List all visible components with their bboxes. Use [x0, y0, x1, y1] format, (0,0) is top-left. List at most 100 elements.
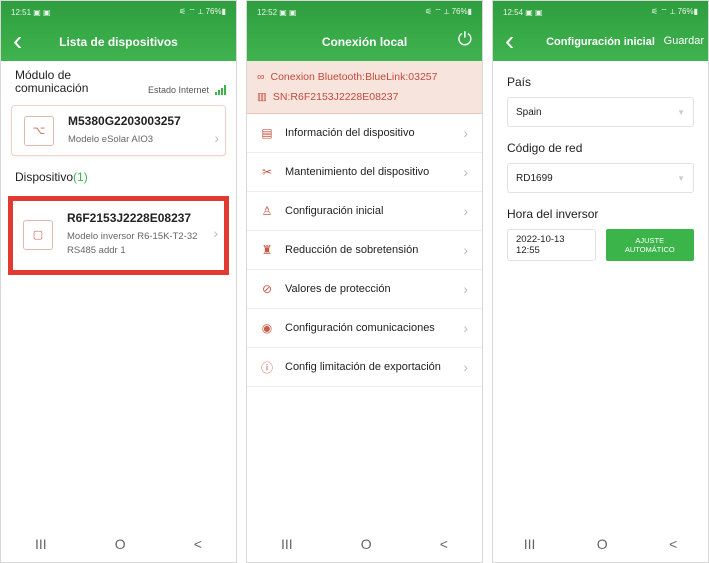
- status-icons: ▣ ▣: [525, 7, 543, 17]
- page-title: Lista de dispositivos: [59, 35, 178, 49]
- export-limit-icon: ⓘ: [260, 360, 273, 375]
- grid-code-select[interactable]: RD1699 ▼: [507, 163, 694, 193]
- menu-item-label: Valores de protección: [285, 283, 391, 295]
- status-bar: 12:54 ▣ ▣ ⚟ ⌔ ⟂ 76%▮: [493, 1, 708, 23]
- setup-icon: ♙: [261, 204, 273, 218]
- page-title: Conexión local: [321, 35, 408, 49]
- protection-icon: ⊘: [261, 282, 273, 296]
- system-nav-bar: III O <: [1, 526, 236, 562]
- chevron-right-icon: ›: [213, 225, 218, 241]
- module-header: Módulo de comunicación Estado Internet: [1, 61, 236, 101]
- serial-text: SN:R6F2153J2228E08237: [272, 91, 399, 103]
- menu-item-label: Información del dispositivo: [285, 127, 415, 139]
- module-model: Modelo eSolar AIO3: [68, 134, 154, 145]
- auto-adjust-button[interactable]: AJUSTE AUTOMÁTICO: [605, 229, 694, 261]
- menu-item-communications[interactable]: ◉ Configuración comunicaciones ›: [247, 309, 482, 348]
- chevron-right-icon: ›: [463, 242, 468, 258]
- status-time: 12:54: [503, 7, 524, 17]
- inverter-time-label: Hora del inversor: [507, 207, 599, 221]
- app-bar: ‹ Lista de dispositivos: [1, 23, 236, 61]
- phone-initial-setup: 12:54 ▣ ▣ ⚟ ⌔ ⟂ 76%▮ ‹ Configuración ini…: [492, 0, 709, 563]
- menu-item-label: Mantenimiento del dispositivo: [285, 166, 430, 178]
- device-highlight-frame: ▢ R6F2153J2228E08237 Modelo inversor R6-…: [8, 196, 229, 275]
- home-button[interactable]: O: [361, 536, 372, 552]
- menu-item-surge-reduction[interactable]: ♜ Reducción de sobretensión ›: [247, 231, 482, 270]
- connection-info: ∞ Conexion Bluetooth:BlueLink:03257 ▥ SN:R…: [247, 61, 482, 114]
- serial-line: ▥ SN:R6F2153J2228E08237: [257, 87, 472, 107]
- device-card[interactable]: ▢ R6F2153J2228E08237 Modelo inversor R6-…: [13, 201, 224, 270]
- top-bar: 12:52 ▣ ▣ ⚟ ⌔ ⟂ 76%▮ Conexión local ⏻: [247, 1, 482, 61]
- status-right: ⚟ ⌔ ⟂ 76%▮: [650, 7, 698, 16]
- page-title: Configuración inicial: [546, 36, 655, 48]
- surge-icon: ♜: [261, 243, 273, 257]
- country-value: Spain: [516, 106, 542, 118]
- signal-bars-icon: [215, 85, 226, 95]
- menu-item-label: Config limitación de exportación: [285, 361, 441, 373]
- device-rs485: RS485 addr 1: [67, 245, 126, 256]
- menu-item-protection-values[interactable]: ⊘ Valores de protección ›: [247, 270, 482, 309]
- chevron-right-icon: ›: [463, 359, 468, 375]
- time-row: 2022-10-13 12:55 AJUSTE AUTOMÁTICO: [507, 229, 694, 261]
- module-serial: M5380G2203003257: [68, 114, 181, 128]
- system-nav-bar: III O <: [493, 526, 708, 562]
- chevron-right-icon: ›: [463, 164, 468, 180]
- device-section-title: Dispositivo(1): [1, 160, 236, 192]
- power-icon[interactable]: ⏻: [458, 29, 472, 50]
- status-time: 12:52: [257, 7, 278, 17]
- save-button[interactable]: Guardar: [664, 35, 704, 47]
- menu-item-maintenance[interactable]: ✂ Mantenimiento del dispositivo ›: [247, 153, 482, 192]
- barcode-icon: ▥: [257, 91, 267, 103]
- recents-button[interactable]: III: [281, 536, 293, 552]
- menu-item-label: Configuración comunicaciones: [285, 322, 435, 334]
- status-bar: 12:51 ▣ ▣ ⚟ ⌔ ⟂ 76%▮: [1, 1, 236, 23]
- settings-menu: ▤ Información del dispositivo › ✂ Mantenimi…: [247, 114, 482, 387]
- inverter-icon: ▢: [23, 219, 53, 250]
- back-arrow-icon[interactable]: ‹: [13, 27, 22, 55]
- link-icon: ∞: [257, 71, 265, 83]
- top-bar: 12:54 ▣ ▣ ⚟ ⌔ ⟂ 76%▮ ‹ Configuración ini…: [493, 1, 708, 61]
- grid-code-value: RD1699: [516, 172, 553, 184]
- module-section-title: Módulo de comunicación: [15, 68, 89, 95]
- grid-code-label: Código de red: [507, 141, 583, 155]
- antenna-icon: ◉: [261, 321, 273, 335]
- menu-item-label: Configuración inicial: [285, 205, 384, 217]
- app-bar: ‹ Configuración inicial Guardar: [493, 23, 708, 61]
- country-label: País: [507, 75, 532, 89]
- back-button[interactable]: <: [194, 536, 202, 552]
- device-serial: R6F2153J2228E08237: [67, 211, 192, 225]
- recents-button[interactable]: III: [524, 536, 536, 552]
- device-label: Dispositivo: [15, 170, 74, 184]
- chevron-right-icon: ›: [463, 203, 468, 219]
- status-icons: ▣ ▣: [33, 7, 51, 17]
- module-card[interactable]: ⌥ M5380G2203003257 Modelo eSolar AIO3 ›: [11, 105, 226, 156]
- app-bar: Conexión local ⏻: [247, 23, 482, 61]
- back-button[interactable]: <: [669, 536, 677, 552]
- menu-item-label: Reducción de sobretensión: [285, 244, 419, 256]
- recents-button[interactable]: III: [35, 536, 47, 552]
- phone-local-connection: 12:52 ▣ ▣ ⚟ ⌔ ⟂ 76%▮ Conexión local ⏻ ∞ C…: [246, 0, 483, 563]
- inverter-time-field[interactable]: 2022-10-13 12:55: [507, 229, 596, 261]
- country-select[interactable]: Spain ▼: [507, 97, 694, 127]
- back-arrow-icon[interactable]: ‹: [505, 27, 514, 55]
- home-button[interactable]: O: [597, 536, 608, 552]
- chevron-right-icon: ›: [463, 125, 468, 141]
- home-button[interactable]: O: [115, 536, 126, 552]
- device-count: (1): [73, 170, 88, 184]
- status-right: ⚟ ⌔ ⟂ 76%▮: [424, 7, 472, 16]
- bluetooth-line: ∞ Conexion Bluetooth:BlueLink:03257: [257, 67, 472, 87]
- bluetooth-text: Conexion Bluetooth:BlueLink:03257: [270, 71, 438, 83]
- menu-item-initial-setup[interactable]: ♙ Configuración inicial ›: [247, 192, 482, 231]
- menu-item-export-limit[interactable]: ⓘ Config limitación de exportación ›: [247, 348, 482, 387]
- chevron-right-icon: ›: [463, 281, 468, 297]
- chevron-right-icon: ›: [214, 130, 219, 146]
- menu-item-device-info[interactable]: ▤ Información del dispositivo ›: [247, 114, 482, 153]
- status-time: 12:51: [11, 7, 32, 17]
- tools-icon: ✂: [261, 165, 273, 179]
- top-bar: 12:51 ▣ ▣ ⚟ ⌔ ⟂ 76%▮ ‹ Lista de disposit…: [1, 1, 236, 61]
- status-right: ⚟ ⌔ ⟂ 76%▮: [178, 7, 226, 16]
- system-nav-bar: III O <: [247, 526, 482, 562]
- back-button[interactable]: <: [440, 536, 448, 552]
- chevron-right-icon: ›: [463, 320, 468, 336]
- status-icons: ▣ ▣: [279, 7, 297, 17]
- datalogger-icon: ⌥: [24, 115, 54, 146]
